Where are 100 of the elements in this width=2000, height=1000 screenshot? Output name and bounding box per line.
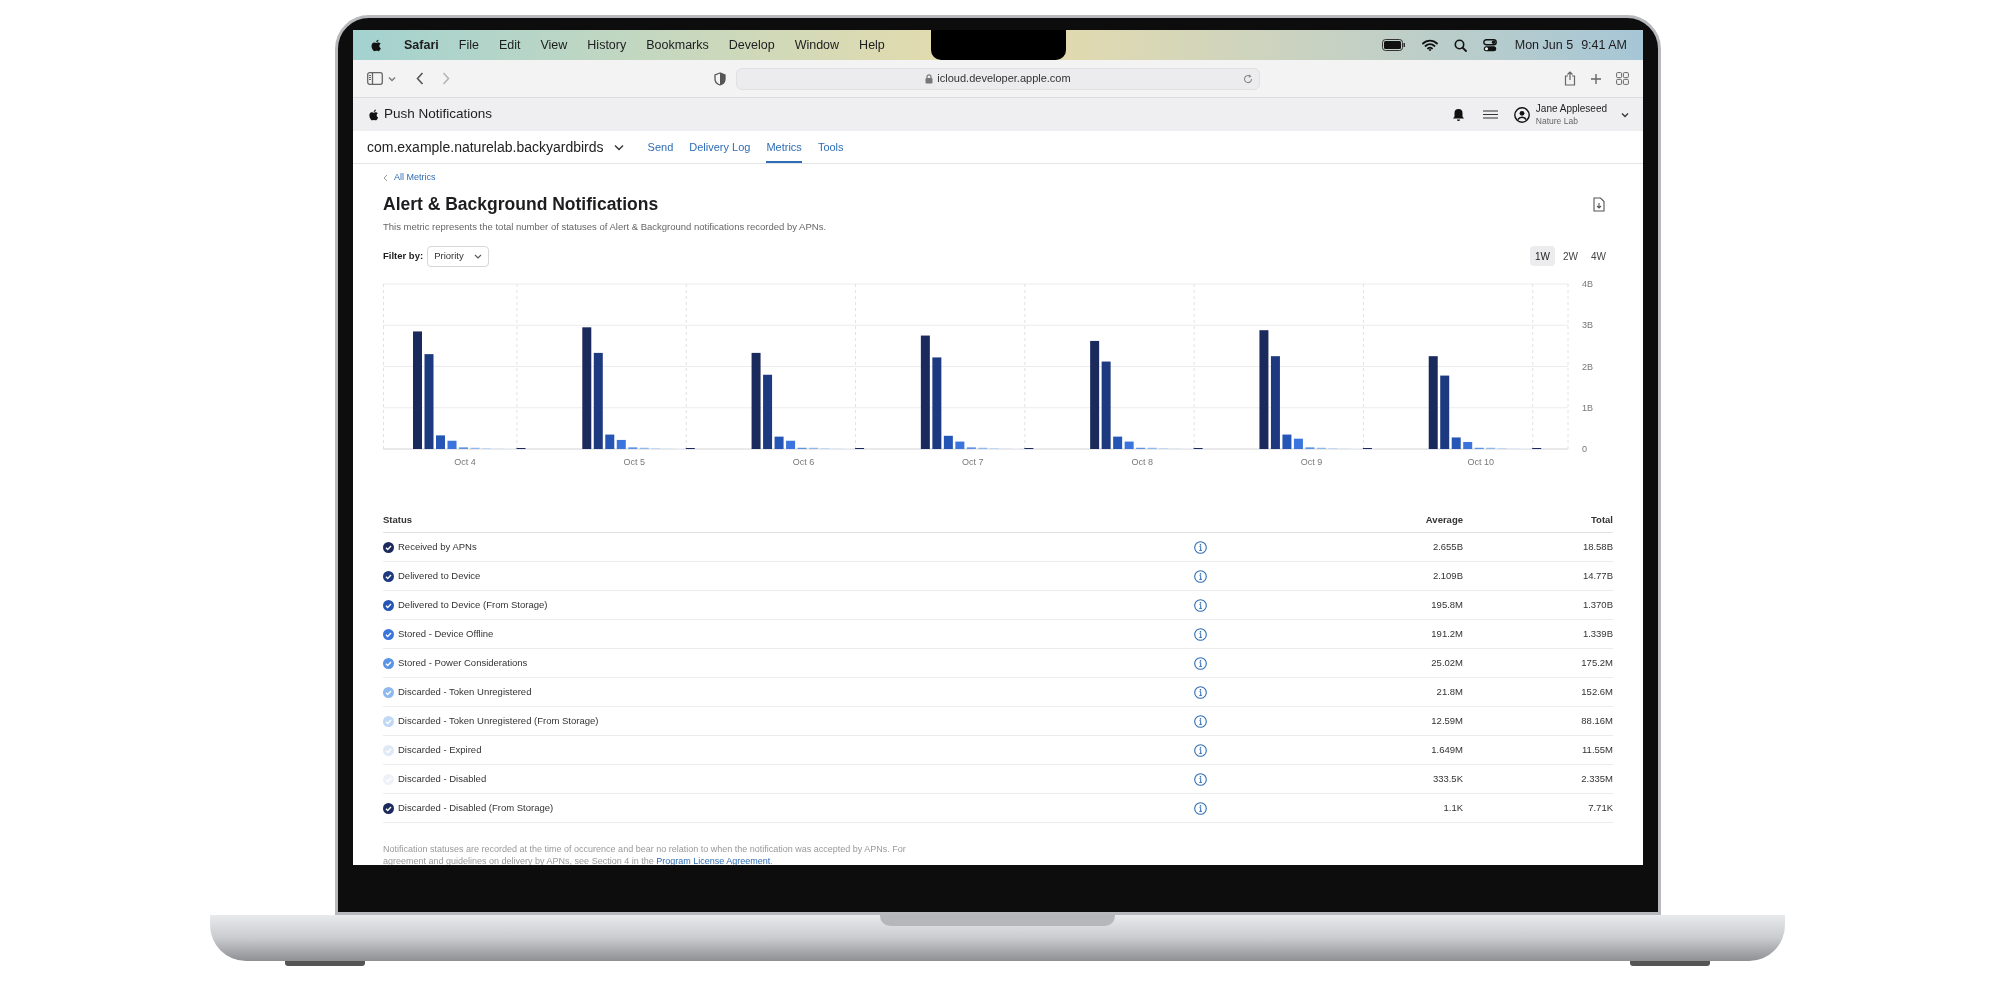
- range-button[interactable]: 2W: [1558, 246, 1583, 266]
- info-icon[interactable]: [1193, 772, 1207, 786]
- bar: [447, 440, 457, 449]
- reload-icon[interactable]: [1243, 73, 1253, 84]
- range-button[interactable]: 1W: [1530, 246, 1555, 266]
- sidebar-icon[interactable]: [367, 72, 383, 85]
- info-icon[interactable]: [1193, 685, 1207, 699]
- table-cell-text: 18.58B: [1582, 539, 1613, 554]
- series-toggle[interactable]: [383, 628, 394, 640]
- menu-bar-date[interactable]: Mon Jun 5: [1514, 35, 1574, 55]
- status-label: Discarded - Token Unregistered (From Storage): [398, 713, 599, 728]
- series-toggle[interactable]: [383, 802, 394, 814]
- app-menu[interactable]: Safari: [404, 35, 439, 55]
- table-cell-text: 21.8M: [1436, 684, 1463, 699]
- axis-label: 3B: [1582, 320, 1593, 331]
- menu-item[interactable]: Bookmarks: [646, 35, 709, 55]
- axis-label: 1B: [1582, 402, 1593, 413]
- info-icon[interactable]: [1193, 627, 1207, 641]
- menu-icon[interactable]: [1482, 110, 1498, 119]
- table-cell-text: 2.109B: [1432, 568, 1463, 583]
- table-cell-text: 175.2M: [1581, 655, 1613, 670]
- menu-item[interactable]: File: [458, 35, 479, 55]
- back-link[interactable]: All Metrics: [383, 172, 1613, 184]
- series-toggle[interactable]: [383, 686, 394, 698]
- bar: [436, 435, 445, 449]
- info-icon[interactable]: [1193, 743, 1207, 757]
- table-cell-text: 7.71K: [1588, 800, 1613, 815]
- chevron-down-icon: [613, 143, 624, 151]
- menu-item[interactable]: Help: [859, 35, 885, 55]
- status-label: Discarded - Disabled: [398, 771, 487, 786]
- status-label: Received by APNs: [398, 539, 477, 554]
- menu-item[interactable]: Edit: [498, 35, 521, 55]
- axis-label: Oct 4: [454, 457, 476, 467]
- bell-icon[interactable]: [1451, 107, 1465, 122]
- status-label: Delivered to Device (From Storage): [398, 597, 548, 612]
- table-cell-text: 25.02M: [1431, 655, 1463, 670]
- shield-icon[interactable]: [714, 71, 726, 86]
- table-cell-text: 195.8M: [1431, 597, 1463, 612]
- series-toggle[interactable]: [383, 599, 394, 611]
- menu-item[interactable]: History: [587, 35, 627, 55]
- info-icon[interactable]: [1193, 569, 1207, 583]
- chevron-down-icon[interactable]: [1621, 111, 1629, 118]
- column-header: Status: [383, 513, 413, 528]
- axis-label: Oct 6: [792, 457, 815, 467]
- series-toggle[interactable]: [383, 570, 394, 582]
- info-icon[interactable]: [1193, 656, 1207, 670]
- lock-icon: [925, 73, 934, 84]
- apple-icon[interactable]: [369, 37, 384, 53]
- series-toggle[interactable]: [383, 744, 394, 756]
- axis-label: 2B: [1582, 361, 1593, 372]
- column-header: Average: [1425, 513, 1463, 528]
- page-description: This metric represents the total number of statuses of Alert & Background notifications recorded by APNs.: [383, 220, 828, 234]
- axis-label: Oct 5: [623, 457, 646, 467]
- battery-icon[interactable]: [1381, 39, 1406, 51]
- series-toggle[interactable]: [383, 657, 394, 669]
- nav-tab[interactable]: Tools: [817, 131, 844, 163]
- back-icon[interactable]: [416, 72, 424, 85]
- table-cell-text: 88.16M: [1581, 713, 1613, 728]
- app-id-selector[interactable]: com.example.naturelab.backyardbirds: [367, 131, 624, 163]
- app-title: Push Notifications: [384, 105, 493, 124]
- chevron-down-icon[interactable]: [388, 75, 396, 82]
- toggle-icon[interactable]: [1482, 38, 1497, 52]
- table-cell-text: 1.339B: [1582, 626, 1613, 641]
- status-label: Discarded - Token Unregistered: [398, 684, 532, 699]
- footnote: Notification statuses are recorded at the time of occurence and bear no relation to when the notification was accepted by APNs. For agreement and guidelines on delivery by APNs, see Section 4 in the Program License Agreement.: [383, 843, 907, 865]
- bar: [1293, 438, 1303, 449]
- table-cell-text: 191.2M: [1431, 626, 1463, 641]
- avatar-icon[interactable]: [1513, 106, 1530, 123]
- series-toggle[interactable]: [383, 541, 394, 553]
- priority-dropdown[interactable]: Priority: [427, 245, 489, 267]
- info-icon[interactable]: [1193, 598, 1207, 612]
- nav-tab[interactable]: Send: [647, 131, 674, 163]
- user-name[interactable]: Jane Appleseed: [1535, 102, 1607, 115]
- nav-tab[interactable]: Delivery Log: [689, 131, 751, 163]
- axis-label: Oct 8: [1131, 457, 1153, 467]
- status-label: Discarded - Disabled (From Storage): [398, 800, 554, 815]
- axis-label: 0: [1582, 444, 1587, 454]
- search-icon[interactable]: [1453, 38, 1467, 52]
- nav-tab[interactable]: Metrics: [766, 131, 802, 163]
- tabs-grid-icon[interactable]: [1616, 72, 1629, 85]
- range-button[interactable]: 4W: [1586, 246, 1611, 266]
- chevron-left-icon: [383, 174, 388, 182]
- menu-item[interactable]: View: [540, 35, 568, 55]
- team-name: Nature Lab: [1535, 114, 1579, 127]
- wifi-icon[interactable]: [1421, 39, 1438, 51]
- share-icon[interactable]: [1564, 71, 1576, 86]
- menu-bar-time[interactable]: 9:41 AM: [1581, 35, 1627, 55]
- table-cell-text: 2.335M: [1581, 771, 1613, 786]
- series-toggle[interactable]: [383, 715, 394, 727]
- info-icon[interactable]: [1193, 714, 1207, 728]
- table-cell-text: 2.655B: [1432, 539, 1463, 554]
- status-label: Stored - Device Offline: [398, 626, 494, 641]
- menu-item[interactable]: Window: [794, 35, 840, 55]
- export-document-icon[interactable]: [1593, 196, 1605, 212]
- menu-item[interactable]: Develop: [728, 35, 775, 55]
- table-cell-text: 1.649M: [1431, 742, 1463, 757]
- info-icon[interactable]: [1193, 540, 1207, 554]
- address-field[interactable]: icloud.developer.apple.com: [736, 67, 1260, 90]
- info-icon[interactable]: [1193, 801, 1207, 815]
- plus-icon[interactable]: [1590, 72, 1602, 85]
